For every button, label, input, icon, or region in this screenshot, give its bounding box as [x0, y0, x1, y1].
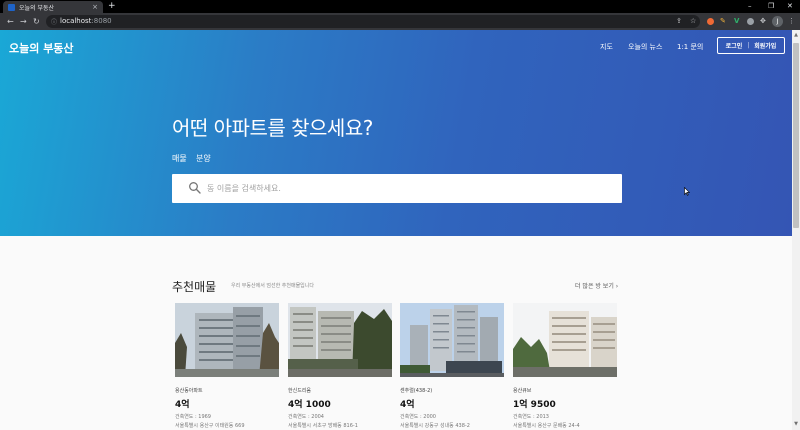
listing-build-year: 건축연도 : 2004	[288, 414, 324, 420]
page-scrollbar[interactable]: ▲ ▼	[792, 30, 800, 430]
nav-news[interactable]: 오늘의 뉴스	[628, 42, 662, 52]
listing-build-year: 건축연도 : 2013	[513, 414, 549, 420]
close-window-icon[interactable]: ✕	[787, 1, 793, 12]
more-listings-link[interactable]: 더 많은 방 보기 ›	[575, 281, 618, 290]
nav-map[interactable]: 지도	[600, 42, 613, 52]
back-arrow-icon[interactable]: ←	[7, 16, 14, 27]
listing-name: 센추럴(438-2)	[400, 388, 433, 394]
hero-headline: 어떤 아파트를 찾으세요?	[172, 116, 373, 140]
listing-build-year: 건축연도 : 2000	[400, 414, 436, 420]
new-tab-button[interactable]: +	[108, 1, 116, 12]
search-bar	[172, 174, 622, 203]
listing-build-year: 건축연도 : 1969	[175, 414, 211, 420]
listing-photo	[175, 303, 279, 377]
listing-price: 4억	[175, 400, 190, 410]
extensions-puzzle-icon[interactable]: ✥	[760, 17, 766, 26]
browser-tab[interactable]: 오늘의 부동산 ×	[3, 1, 103, 13]
listing-card[interactable]: 센추럴(438-2) 4억 건축연도 : 2000 서울특별시 강동구 성내동 …	[400, 303, 504, 429]
mouse-cursor-icon	[684, 187, 690, 196]
tab-listings[interactable]: 매물	[172, 153, 187, 164]
nav-inquiry[interactable]: 1:1 문의	[677, 42, 703, 52]
auth-box: 로그인 | 회원가입	[717, 37, 785, 54]
signup-button[interactable]: 회원가입	[754, 41, 776, 50]
section-title: 추천매물	[172, 280, 217, 294]
section-subtitle: 우리 부동산에서 엄선한 추천매물입니다	[231, 283, 314, 289]
vue-devtools-icon[interactable]: V	[734, 17, 739, 26]
auth-separator: |	[747, 42, 750, 49]
listing-name: 한신드리움	[288, 388, 312, 394]
tab-presale[interactable]: 분양	[196, 153, 211, 164]
listing-price: 4억 1000	[288, 400, 331, 410]
listing-address: 서울특별시 용산구 문배동 24-4	[513, 423, 580, 429]
search-icon	[189, 182, 201, 194]
bookmark-star-icon[interactable]: ☆	[690, 17, 696, 26]
scroll-thumb[interactable]	[793, 43, 799, 228]
listing-card[interactable]: 용산큐브 1억 9500 건축연도 : 2013 서울특별시 용산구 문배동 2…	[513, 303, 617, 429]
address-bar[interactable]: ⓘ localhost:8080 ⇪ ☆	[46, 15, 700, 28]
listing-photo	[513, 303, 617, 377]
restore-icon[interactable]: ❐	[768, 1, 774, 12]
share-icon[interactable]: ⇪	[676, 17, 682, 26]
listing-address: 서울특별시 용산구 이태원동 669	[175, 423, 245, 429]
login-button[interactable]: 로그인	[726, 41, 743, 50]
extension-icon[interactable]	[707, 18, 714, 25]
kebab-menu-icon[interactable]: ⋮	[788, 17, 795, 26]
listing-card[interactable]: 용산동아파트 4억 건축연도 : 1969 서울특별시 용산구 이태원동 669	[175, 303, 279, 429]
browser-tab-strip: 오늘의 부동산 × + – ❐ ✕	[0, 0, 800, 13]
listing-photo	[400, 303, 504, 377]
listing-card[interactable]: 한신드리움 4억 1000 건축연도 : 2004 서울특별시 서초구 방배동 …	[288, 303, 392, 429]
listing-address: 서울특별시 강동구 성내동 438-2	[400, 423, 470, 429]
listing-photo	[288, 303, 392, 377]
pencil-extension-icon[interactable]: ✎	[720, 17, 726, 26]
site-info-icon[interactable]: ⓘ	[51, 17, 57, 26]
hero-banner: 오늘의 부동산 지도 오늘의 뉴스 1:1 문의 로그인 | 회원가입 어떤 아…	[0, 30, 792, 236]
scroll-up-icon[interactable]: ▲	[792, 32, 800, 38]
scroll-down-icon[interactable]: ▼	[792, 421, 800, 427]
site-logo[interactable]: 오늘의 부동산	[9, 40, 74, 56]
listing-name: 용산동아파트	[175, 388, 203, 394]
reload-icon[interactable]: ↻	[33, 16, 40, 27]
profile-avatar[interactable]: J	[772, 16, 783, 27]
search-input[interactable]	[207, 180, 607, 197]
listing-price: 4억	[400, 400, 415, 410]
tab-title: 오늘의 부동산	[19, 4, 55, 12]
browser-toolbar: ← → ↻ ⓘ localhost:8080 ⇪ ☆ ✎ V ✥ J ⋮	[0, 13, 800, 30]
listing-name: 용산큐브	[513, 388, 532, 394]
site-favicon-icon	[8, 3, 15, 11]
listing-address: 서울특별시 서초구 방배동 816-1	[288, 423, 358, 429]
close-tab-icon[interactable]: ×	[92, 3, 98, 11]
recommended-section: 추천매물 우리 부동산에서 엄선한 추천매물입니다 더 많은 방 보기 › 용산…	[0, 236, 792, 430]
listing-price: 1억 9500	[513, 400, 556, 410]
minimize-icon[interactable]: –	[748, 1, 752, 12]
url-text: localhost:8080	[60, 17, 112, 25]
forward-arrow-icon[interactable]: →	[20, 16, 27, 27]
extension-icon-2[interactable]	[747, 18, 754, 25]
